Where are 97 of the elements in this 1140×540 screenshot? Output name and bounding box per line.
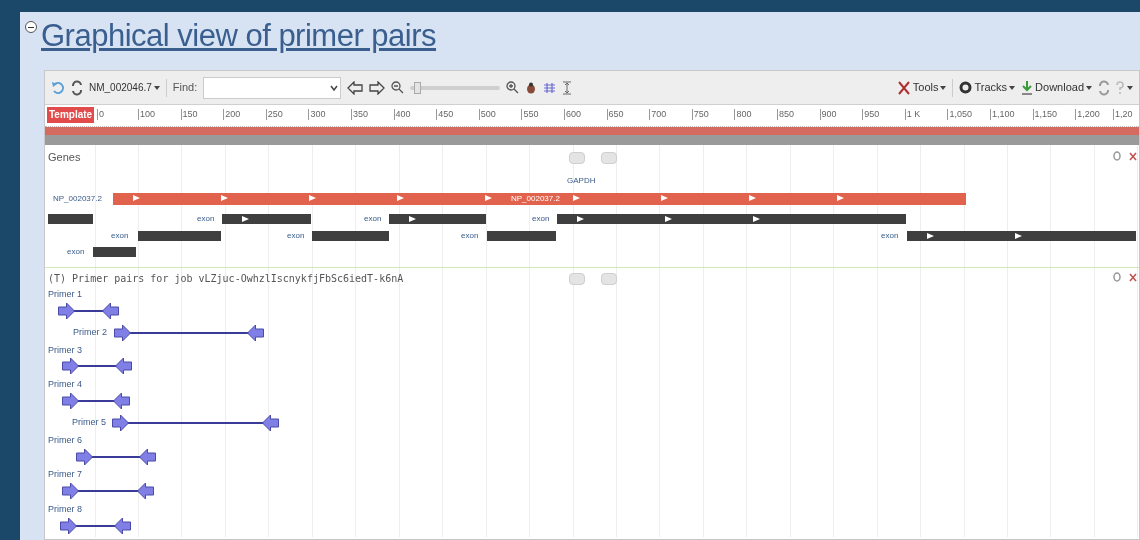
primer-label: Primer 7 xyxy=(48,469,82,480)
ruler-tick-label: 1,20 xyxy=(1113,109,1133,120)
caret-icon xyxy=(1009,85,1016,90)
primer-label: Primer 1 xyxy=(48,289,82,300)
download-menu[interactable]: Download xyxy=(1021,79,1092,96)
grid-icon[interactable] xyxy=(543,81,557,94)
track-tool-button[interactable] xyxy=(569,273,585,285)
primer-label: Primer 6 xyxy=(48,435,82,446)
ruler-tick-label: 500 xyxy=(478,109,496,120)
exon-label: exon xyxy=(532,214,550,224)
ruler-tick-label: 200 xyxy=(223,109,241,120)
ruler-tick-label: 950 xyxy=(862,109,880,120)
zoom-out-icon[interactable] xyxy=(391,81,405,94)
arrow-right-icon[interactable] xyxy=(369,80,386,95)
bug-icon[interactable] xyxy=(525,81,538,94)
transcript-inner-label: NP_002037.2 xyxy=(511,193,560,205)
section-title-link[interactable]: Graphical view of primer pairs xyxy=(41,18,437,54)
ruler-tick-label: 450 xyxy=(436,109,454,120)
primer-pair-drawing[interactable] xyxy=(76,448,156,466)
exon-label: exon xyxy=(287,231,305,241)
primer-pair-drawing[interactable] xyxy=(58,302,119,320)
primer-label: Primer 5 xyxy=(72,417,106,428)
exon-bar[interactable] xyxy=(389,214,486,224)
slider-thumb[interactable] xyxy=(413,81,421,94)
arrow-left-icon[interactable] xyxy=(347,80,364,95)
ruler-tick-label: 850 xyxy=(777,109,795,120)
exon-bar[interactable] xyxy=(222,214,311,224)
collapse-toggle[interactable] xyxy=(25,21,37,33)
track-title: Genes xyxy=(48,150,81,165)
close-icon[interactable] xyxy=(1129,272,1137,282)
template-label: Template xyxy=(47,107,95,123)
exon-label: exon xyxy=(364,214,382,224)
track-title: (T) Primer pairs for job vLZjuc-OwhzlIscnykfjFbSc6iedT-k6nA xyxy=(48,272,404,286)
collapse-rows-icon[interactable] xyxy=(562,80,573,95)
ruler-tick-label: 1,200 xyxy=(1075,109,1100,120)
transcript-label: NP_002037.2 xyxy=(53,194,102,204)
ruler-tick-label: 600 xyxy=(564,109,582,120)
ruler-tick-label: 150 xyxy=(180,109,198,120)
primer-pair-drawing[interactable] xyxy=(112,414,279,432)
ruler-tick-label: 350 xyxy=(351,109,369,120)
exon-label: exon xyxy=(881,231,899,241)
caret-icon xyxy=(153,85,160,90)
primer-label: Primer 4 xyxy=(48,379,82,390)
primer-pair-drawing[interactable] xyxy=(62,392,130,410)
sequence-dropdown[interactable]: NM_002046.7 xyxy=(89,80,160,95)
ruler-tick-label: 700 xyxy=(649,109,667,120)
ruler-tick-label: 100 xyxy=(138,109,156,120)
primer-pair-drawing[interactable] xyxy=(62,482,154,500)
gear-icon xyxy=(959,81,973,94)
ruler-tick-label: 750 xyxy=(691,109,709,120)
help-menu[interactable] xyxy=(1116,80,1133,95)
tools-icon xyxy=(896,79,911,96)
ruler-tick-label: 400 xyxy=(393,109,411,120)
settings-icon[interactable] xyxy=(1113,272,1121,282)
tools-menu[interactable]: Tools xyxy=(896,79,947,96)
track-tool-button[interactable] xyxy=(601,152,617,164)
caret-icon xyxy=(940,85,947,90)
download-icon xyxy=(1021,79,1034,96)
caret-icon xyxy=(1127,85,1133,90)
caret-icon xyxy=(1086,85,1092,90)
primer-label: Primer 8 xyxy=(48,504,82,515)
help-icon xyxy=(1116,80,1124,95)
zoom-slider[interactable] xyxy=(410,81,501,94)
primer-pair-drawing[interactable] xyxy=(114,324,264,342)
exon-bar[interactable] xyxy=(557,214,906,224)
exon-bar[interactable] xyxy=(907,231,1136,241)
ruler-tick-label: 800 xyxy=(734,109,752,120)
close-icon[interactable] xyxy=(1129,151,1137,161)
ruler-tick-label: 1,050 xyxy=(947,109,972,120)
find-label: Find: xyxy=(172,80,198,96)
ruler-tick-label: 0 xyxy=(97,109,104,120)
track-tool-button[interactable] xyxy=(601,273,617,285)
gene-label: GAPDH xyxy=(567,175,596,187)
undo-icon[interactable] xyxy=(51,80,65,95)
ruler-tick-label: 1,150 xyxy=(1032,109,1058,120)
ruler-tick-label: 1 K xyxy=(904,109,921,120)
ruler-tick-label: 300 xyxy=(308,109,326,120)
settings-icon[interactable] xyxy=(1113,151,1121,161)
tracks-menu[interactable]: Tracks xyxy=(959,79,1016,96)
exon-label: exon xyxy=(197,214,215,224)
track-tool-button[interactable] xyxy=(569,152,585,164)
zoom-in-icon[interactable] xyxy=(506,81,520,94)
primer-pair-drawing[interactable] xyxy=(62,357,132,375)
exon-label: exon xyxy=(111,231,129,241)
exon-label: exon xyxy=(461,231,479,241)
sync-icon[interactable] xyxy=(71,79,83,96)
ruler-tick-label: 1,100 xyxy=(990,109,1015,120)
exon-label: exon xyxy=(67,247,85,257)
primer-pair-drawing[interactable] xyxy=(60,517,131,535)
find-field[interactable] xyxy=(203,76,342,99)
primer-label: Primer 2 xyxy=(73,327,107,338)
primer-label: Primer 3 xyxy=(48,345,82,356)
ruler-tick-label: 250 xyxy=(265,109,283,120)
ruler-tick-label: 550 xyxy=(521,109,539,120)
ruler-tick-label: 650 xyxy=(606,109,624,120)
refresh-icon[interactable] xyxy=(1098,79,1110,96)
ruler-tick-label: 900 xyxy=(819,109,837,120)
